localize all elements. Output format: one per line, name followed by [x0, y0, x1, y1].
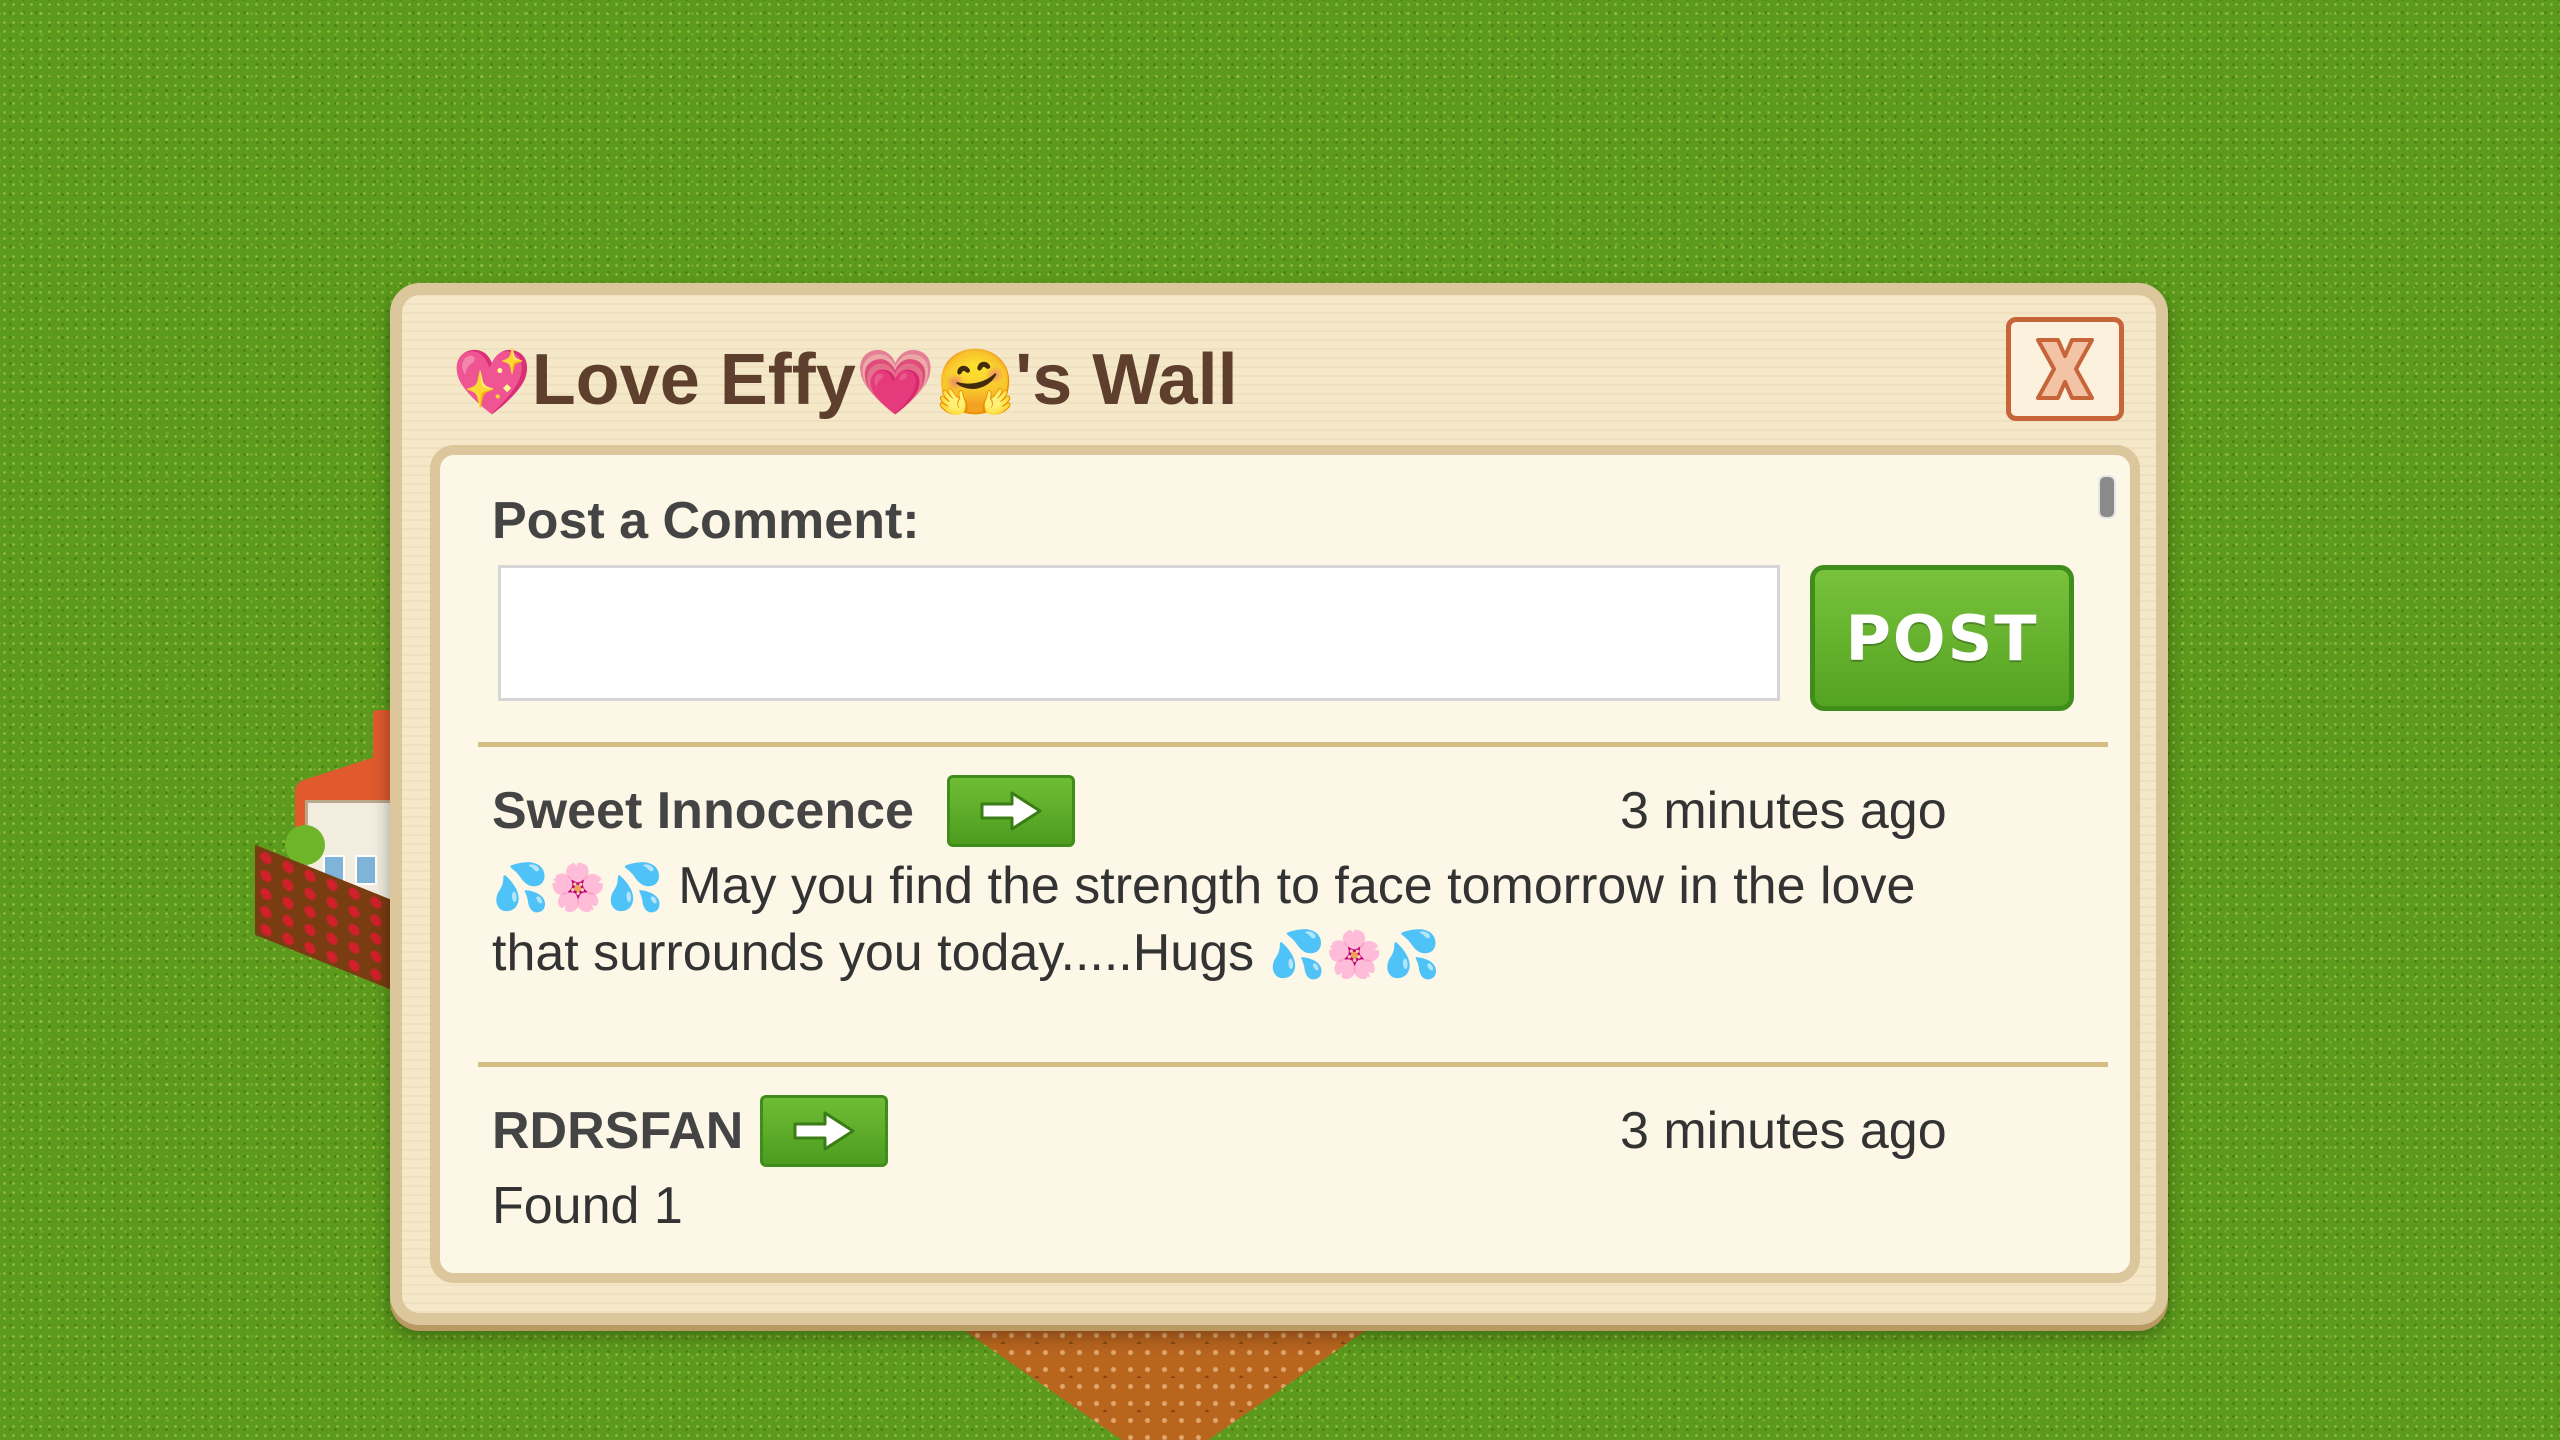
close-button[interactable] — [2006, 317, 2124, 421]
sweat-droplets-blossom-icon: 💦🌸💦 — [492, 860, 664, 914]
post-message: Found 1 — [492, 1177, 683, 1235]
farmhouse-scenery — [255, 705, 405, 996]
title-suffix: 's Wall — [1015, 340, 1238, 420]
post-button[interactable]: POST — [1810, 565, 2074, 711]
close-icon — [2036, 338, 2094, 400]
hugging-face-icon: 🤗 — [935, 346, 1016, 420]
comment-input[interactable] — [498, 565, 1780, 701]
arrow-right-icon — [980, 791, 1042, 831]
post-author[interactable]: Sweet Innocence — [492, 775, 914, 847]
divider — [478, 742, 2108, 747]
post-comment-label: Post a Comment: — [492, 492, 920, 550]
post-timestamp: 3 minutes ago — [1620, 1102, 1947, 1160]
visit-farm-button[interactable] — [760, 1095, 888, 1167]
arrow-right-icon — [793, 1111, 855, 1151]
post-author[interactable]: RDRSFAN — [492, 1095, 743, 1167]
divider — [478, 1062, 2108, 1067]
dialog-title: 💖Love Effy💗🤗's Wall — [452, 335, 1238, 425]
plowed-field — [935, 1310, 1395, 1440]
post-message: 💦🌸💦 May you find the strength to face to… — [492, 857, 1916, 982]
sweat-droplets-blossom-icon: 💦🌸💦 — [1268, 927, 1441, 981]
wall-owner-name: Love Effy — [531, 340, 856, 420]
scrollbar-thumb[interactable] — [2098, 475, 2116, 519]
growing-heart-icon: 💗 — [855, 346, 936, 420]
visit-farm-button[interactable] — [947, 775, 1075, 847]
post-timestamp: 3 minutes ago — [1620, 782, 1947, 840]
wall-dialog: 💖Love Effy💗🤗's Wall Post a Comment: POST… — [390, 283, 2168, 1325]
wall-panel: Post a Comment: POST Sweet Innocence 3 m… — [430, 445, 2140, 1283]
sparkling-heart-icon: 💖 — [452, 346, 532, 420]
